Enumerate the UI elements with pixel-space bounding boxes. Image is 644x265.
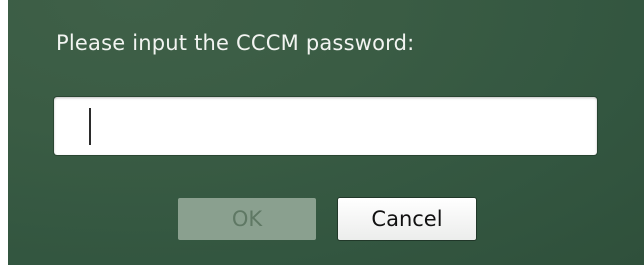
cancel-button[interactable]: Cancel xyxy=(338,198,476,240)
text-caret xyxy=(89,108,91,145)
password-dialog: Please input the CCCM password: OK Cance… xyxy=(8,0,644,265)
dialog-prompt: Please input the CCCM password: xyxy=(56,31,415,55)
ok-button[interactable]: OK xyxy=(178,198,316,240)
password-input[interactable] xyxy=(54,97,597,155)
